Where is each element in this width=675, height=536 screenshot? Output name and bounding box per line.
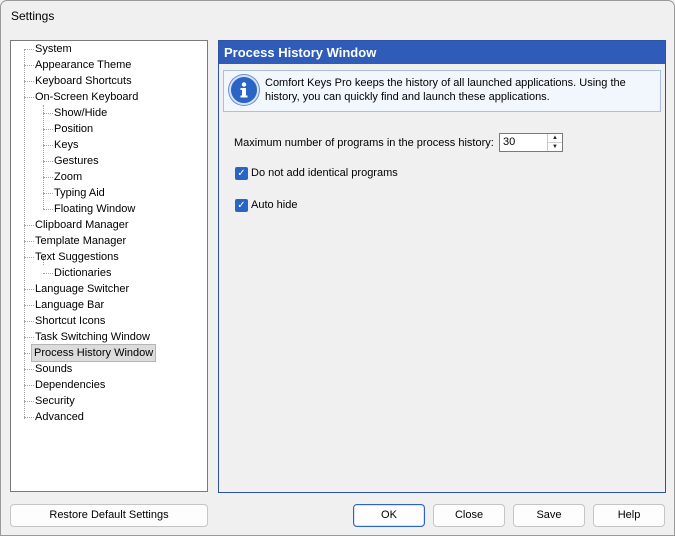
ok-button[interactable]: OK xyxy=(353,504,425,527)
window-title: Settings xyxy=(11,9,55,23)
tree-item-language-switcher[interactable]: Language Switcher xyxy=(33,281,131,297)
tree-item-process-history-window[interactable]: Process History Window xyxy=(30,344,157,362)
tree-item-floating-window[interactable]: Floating Window xyxy=(52,201,137,217)
tree-item-security[interactable]: Security xyxy=(33,393,77,409)
auto-hide-checkbox[interactable]: ✓ xyxy=(235,199,248,212)
tree-item-clipboard-manager[interactable]: Clipboard Manager xyxy=(33,217,131,233)
settings-panel: Process History Window Comfort Keys Pro … xyxy=(218,40,666,493)
tree-item-gestures[interactable]: Gestures xyxy=(52,153,101,169)
tree-item-template-manager[interactable]: Template Manager xyxy=(33,233,128,249)
tree-item-keys[interactable]: Keys xyxy=(52,137,80,153)
info-icon xyxy=(229,75,259,105)
tree-item-dependencies[interactable]: Dependencies xyxy=(33,377,107,393)
settings-tree[interactable]: System Appearance Theme Keyboard Shortcu… xyxy=(10,40,208,492)
max-programs-label: Maximum number of programs in the proces… xyxy=(234,137,494,149)
tree-item-typing-aid[interactable]: Typing Aid xyxy=(52,185,107,201)
save-button[interactable]: Save xyxy=(513,504,585,527)
tree-item-on-screen-keyboard[interactable]: On-Screen Keyboard xyxy=(33,89,140,105)
settings-window: Settings System Appearance Theme Keyboar… xyxy=(0,0,675,536)
tree-item-zoom[interactable]: Zoom xyxy=(52,169,84,185)
identical-programs-checkbox[interactable]: ✓ xyxy=(235,167,248,180)
identical-programs-label[interactable]: Do not add identical programs xyxy=(251,167,398,179)
info-box: Comfort Keys Pro keeps the history of al… xyxy=(223,70,661,112)
help-button[interactable]: Help xyxy=(593,504,665,527)
tree-guide-line xyxy=(24,49,25,419)
max-programs-value[interactable]: 30 xyxy=(503,136,515,148)
tree-item-text-suggestions[interactable]: Text Suggestions xyxy=(33,249,121,265)
tree-item-show-hide[interactable]: Show/Hide xyxy=(52,105,109,121)
spinner-up-button[interactable]: ▲ xyxy=(548,134,562,143)
tree-item-language-bar[interactable]: Language Bar xyxy=(33,297,106,313)
tree-item-advanced[interactable]: Advanced xyxy=(33,409,86,425)
tree-item-dictionaries[interactable]: Dictionaries xyxy=(52,265,113,281)
max-programs-spinner[interactable]: 30 ▲ ▼ xyxy=(499,133,563,152)
close-button[interactable]: Close xyxy=(433,504,505,527)
tree-item-system[interactable]: System xyxy=(33,41,74,57)
tree-item-position[interactable]: Position xyxy=(52,121,95,137)
auto-hide-label[interactable]: Auto hide xyxy=(251,199,297,211)
tree-item-appearance-theme[interactable]: Appearance Theme xyxy=(33,57,133,73)
tree-item-task-switching-window[interactable]: Task Switching Window xyxy=(33,329,152,345)
restore-defaults-button[interactable]: Restore Default Settings xyxy=(10,504,208,527)
info-text: Comfort Keys Pro keeps the history of al… xyxy=(265,77,626,103)
tree-item-keyboard-shortcuts[interactable]: Keyboard Shortcuts xyxy=(33,73,134,89)
tree-item-sounds[interactable]: Sounds xyxy=(33,361,74,377)
spinner-buttons[interactable]: ▲ ▼ xyxy=(547,134,562,151)
tree-item-shortcut-icons[interactable]: Shortcut Icons xyxy=(33,313,107,329)
panel-title: Process History Window xyxy=(219,41,665,64)
spinner-down-button[interactable]: ▼ xyxy=(548,143,562,151)
